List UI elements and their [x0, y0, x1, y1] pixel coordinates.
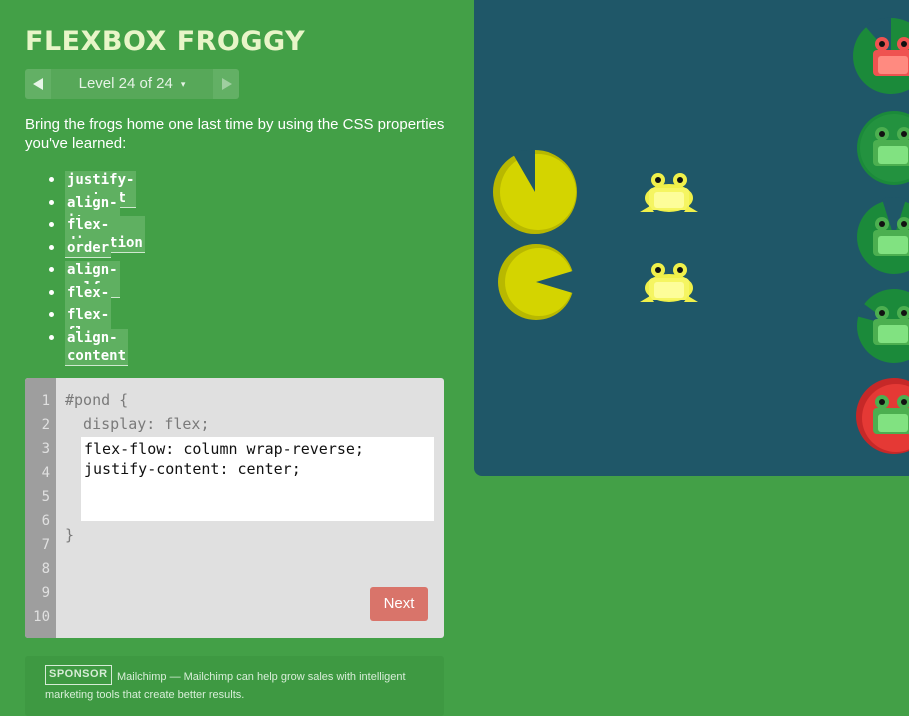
- bullet-icon: [49, 267, 54, 272]
- bullet-icon: [49, 312, 54, 317]
- green-frog-icon: [873, 395, 909, 434]
- bullet-icon: [49, 199, 54, 205]
- green-frog-icon: [873, 127, 909, 166]
- green-frog-icon: [873, 306, 909, 345]
- next-button[interactable]: Next: [370, 587, 428, 621]
- next-level-button[interactable]: [213, 69, 239, 99]
- yellow-frog-icon: [640, 173, 698, 212]
- code-line-display: display: flex;: [65, 415, 210, 433]
- code-line-selector: #pond {: [65, 391, 129, 409]
- line-number: 3: [41, 441, 50, 457]
- level-dropdown[interactable]: Level 24 of 24 ▾: [51, 69, 213, 99]
- sponsor-text[interactable]: Mailchimp — Mailchimp can help grow sale…: [45, 668, 425, 704]
- line-number: 5: [41, 489, 50, 505]
- line-number: 6: [41, 513, 50, 529]
- red-frog-icon: [873, 37, 909, 76]
- property-order[interactable]: order: [65, 238, 112, 258]
- bullet-icon: [49, 244, 54, 250]
- yellow-frog-icon: [640, 263, 698, 302]
- line-number: 10: [33, 609, 50, 625]
- bullet-icon: [49, 177, 54, 182]
- code-line-closing-brace: }: [65, 526, 75, 544]
- line-number: 4: [41, 465, 50, 481]
- bullet-icon: [49, 222, 54, 227]
- arrow-right-icon: [222, 78, 232, 90]
- previous-level-button[interactable]: [25, 69, 51, 99]
- css-code-input[interactable]: flex-flow: column wrap-reverse; justify-…: [81, 437, 434, 521]
- line-number-gutter: 1 2 3 4 5 6 7 8 9 10: [25, 378, 56, 638]
- level-navigation: Level 24 of 24 ▾: [25, 69, 239, 99]
- line-number: 8: [41, 561, 50, 577]
- line-number: 9: [41, 585, 50, 601]
- sponsor-banner[interactable]: SPONSOR Mailchimp — Mailchimp can help g…: [25, 656, 444, 716]
- bullet-icon: [49, 289, 54, 295]
- page-title: FLEXBOX FROGGY: [25, 26, 306, 57]
- pond: [474, 0, 909, 476]
- line-number: 7: [41, 537, 50, 553]
- property-align-content[interactable]: align-content: [65, 328, 128, 366]
- level-label: Level 24 of 24: [78, 75, 173, 92]
- line-number: 1: [41, 393, 50, 409]
- green-frog-icon: [873, 217, 909, 256]
- code-editor: 1 2 3 4 5 6 7 8 9 10 #pond { display: fl…: [25, 378, 444, 638]
- line-number: 2: [41, 417, 50, 433]
- arrow-left-icon: [33, 78, 43, 90]
- lilypad-yellow-icon: [493, 149, 577, 234]
- bullet-icon: [49, 334, 54, 340]
- caret-down-icon: ▾: [180, 79, 186, 90]
- instructions-text: Bring the frogs home one last time by us…: [25, 116, 445, 152]
- lilypad-yellow-icon: [498, 244, 576, 320]
